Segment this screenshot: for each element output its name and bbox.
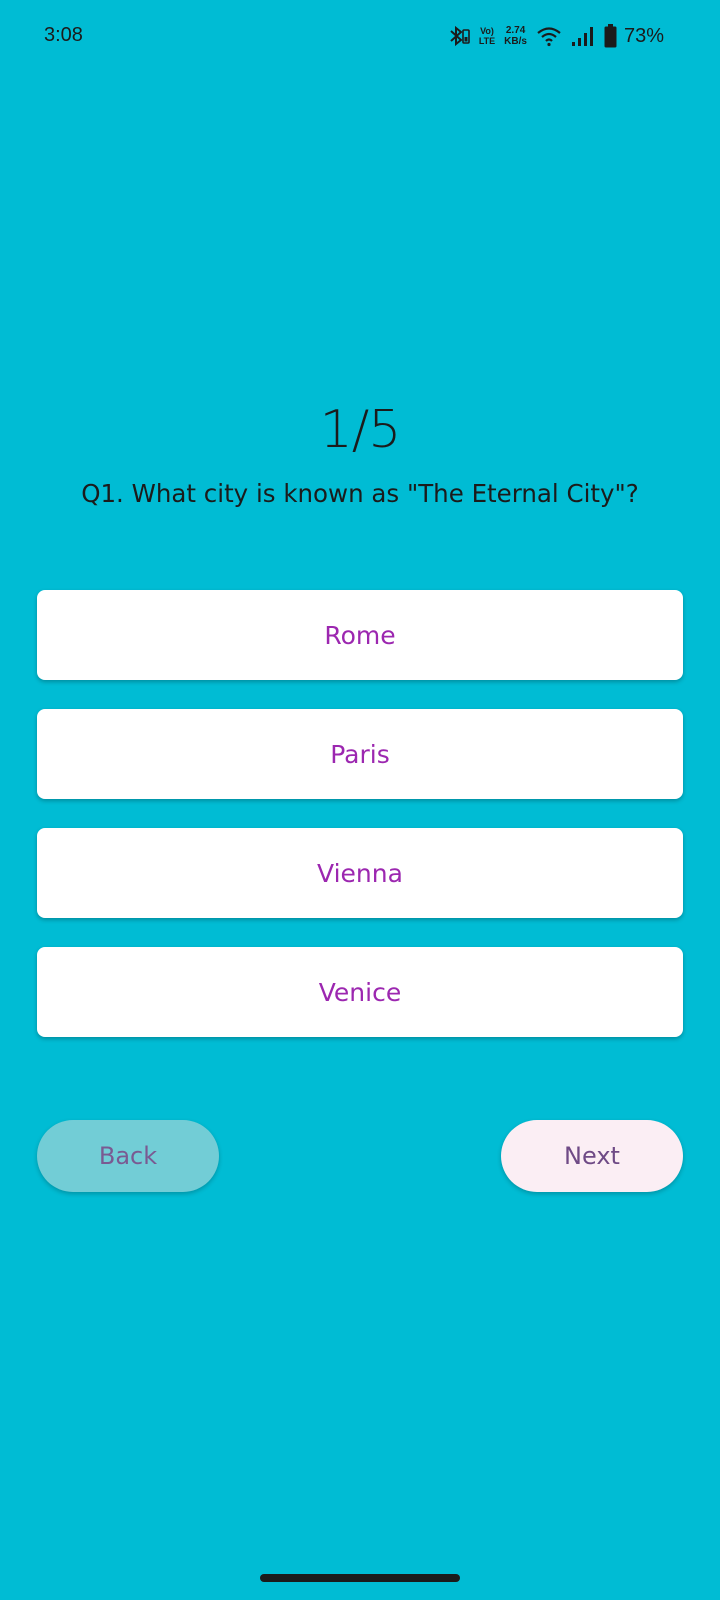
answer-option-paris[interactable]: Paris [37,709,683,799]
status-icons: Vo) LTE 2.74 KB/s 73% [448,22,664,50]
wifi-icon [536,25,562,47]
back-button[interactable]: Back [37,1120,219,1192]
volte-bottom-label: LTE [478,36,496,46]
volte-icon: Vo) LTE [479,26,495,46]
next-button[interactable]: Next [501,1120,683,1192]
status-time: 3:08 [44,24,83,46]
signal-icon [571,25,595,47]
status-bar: 3:08 Vo) LTE 2.74 KB/s 73% [0,0,720,76]
network-speed-unit: KB/s [504,36,527,47]
network-speed: 2.74 KB/s [504,25,527,47]
battery-percent: 73% [623,24,664,47]
bluetooth-icon [448,24,470,48]
answer-option-rome[interactable]: Rome [37,590,683,680]
volte-top-label: Vo) [480,26,494,36]
battery-icon [604,24,617,48]
network-speed-value: 2.74 [505,25,526,36]
question-text: Q1. What city is known as "The Eternal C… [81,479,639,508]
answer-option-venice[interactable]: Venice [37,947,683,1037]
question-progress: 1/5 [319,400,402,460]
answer-option-vienna[interactable]: Vienna [37,828,683,918]
home-gesture-bar[interactable] [260,1574,460,1582]
